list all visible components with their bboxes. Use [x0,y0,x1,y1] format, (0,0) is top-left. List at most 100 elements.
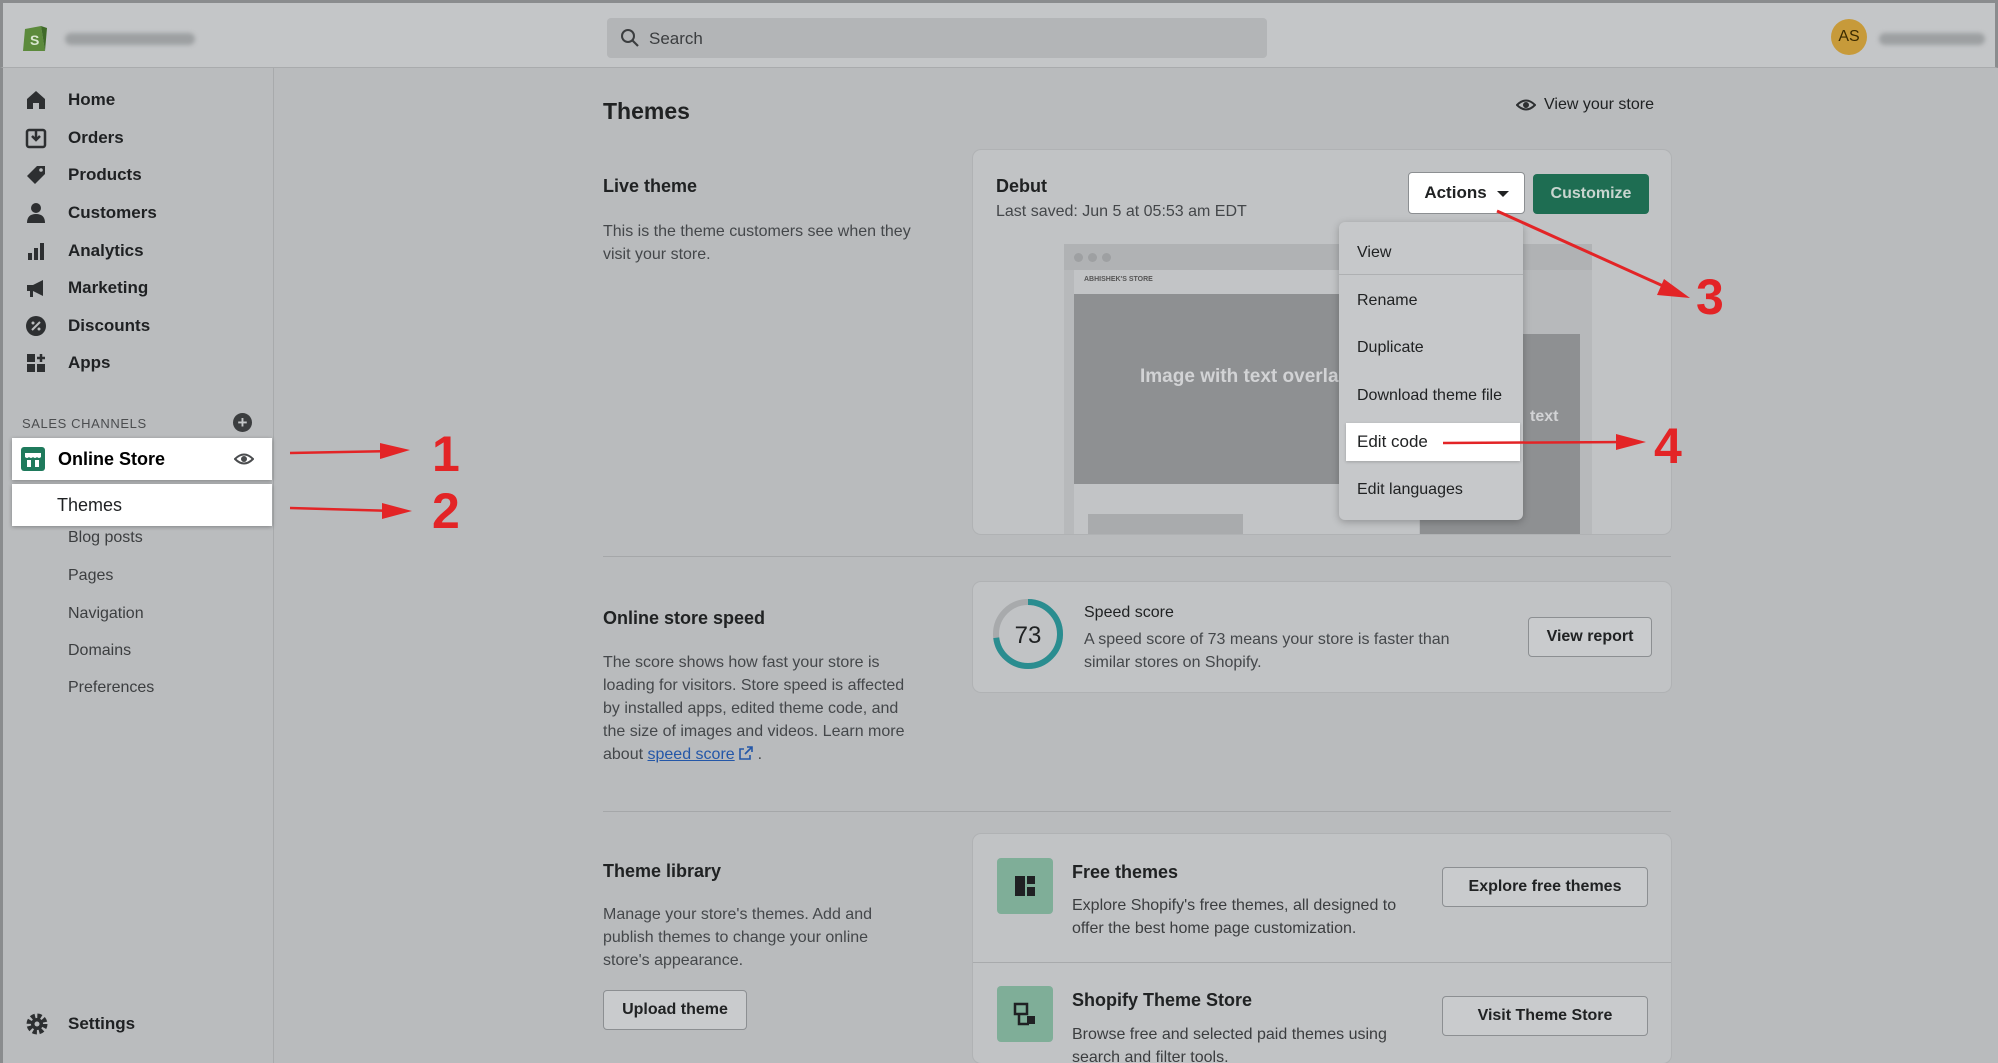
free-themes-icon [1015,876,1035,896]
free-themes-text: Explore Shopify's free themes, all desig… [1072,897,1397,937]
card-divider [973,962,1671,963]
menu-item-duplicate[interactable]: Duplicate [1357,339,1424,357]
speed-score-value: 73 [1014,622,1042,649]
menu-item-rename[interactable]: Rename [1357,292,1417,310]
sidebar-subitem-blog-posts[interactable]: Blog posts [68,529,143,547]
sidebar-item-label: Products [68,165,142,184]
menu-item-edit-languages[interactable]: Edit languages [1357,481,1463,499]
section-divider [603,811,1671,812]
gear-icon [26,1013,48,1035]
sidebar-subitem-themes[interactable]: Themes [12,484,272,526]
sidebar: Home Orders Products Customers Analytics… [0,68,274,1063]
sidebar-subitem-navigation[interactable]: Navigation [68,605,144,623]
user-name[interactable] [1879,33,1985,45]
actions-dropdown-menu: View Rename Duplicate Download theme fil… [1339,222,1523,520]
sidebar-item-marketing[interactable]: Marketing [25,272,148,304]
live-theme-heading: Live theme [603,176,698,196]
theme-library-description: Manage your store's themes. Add and publ… [603,906,872,969]
annotation-number: 4 [1654,418,1682,474]
visit-theme-store-button[interactable]: Visit Theme Store [1442,996,1648,1036]
explore-free-themes-button[interactable]: Explore free themes [1442,867,1648,907]
theme-store-title: Shopify Theme Store [1072,990,1253,1010]
avatar[interactable]: AS [1831,19,1867,55]
person-icon [27,203,45,223]
sidebar-item-label: Apps [68,353,111,372]
actions-button[interactable]: Actions [1408,172,1525,214]
apps-icon [27,354,45,372]
view-your-store-link[interactable]: View your store [1516,96,1654,114]
sidebar-item-label: Discounts [68,316,151,335]
search-icon [621,29,639,47]
sidebar-subitem-domains[interactable]: Domains [68,642,131,660]
preview-brand: ABHISHEK'S STORE [1084,276,1153,283]
sidebar-item-home[interactable]: Home [25,84,115,116]
add-sales-channel-button[interactable]: + [233,413,252,432]
sidebar-subitem-pages[interactable]: Pages [68,567,113,585]
sidebar-item-label: Orders [68,128,124,147]
menu-item-download-theme-file[interactable]: Download theme file [1357,387,1502,405]
menu-divider [1339,274,1523,275]
sidebar-item-settings[interactable]: Settings [25,1012,135,1036]
sidebar-item-label: Home [68,90,116,109]
preview-dot [1074,253,1083,262]
preview-mobile-title: text [1530,408,1559,425]
menu-item-view[interactable]: View [1357,244,1391,262]
sidebar-item-apps[interactable]: Apps [25,347,111,379]
store-name[interactable] [65,33,195,45]
page-title: Themes [603,98,690,124]
theme-store-text: Browse free and selected paid themes usi… [1072,1026,1387,1063]
theme-store-tile [997,986,1053,1042]
megaphone-icon [27,280,43,297]
sidebar-item-label: Analytics [68,241,144,260]
themes-label: Themes [57,495,123,515]
view-your-store-label: View your store [1544,96,1654,113]
theme-name: Debut [996,176,1047,196]
home-icon [27,91,45,109]
sidebar-item-products[interactable]: Products [25,159,142,191]
sales-channels-label: SALES CHANNELS [22,416,147,431]
sidebar-item-customers[interactable]: Customers [25,197,157,229]
sidebar-item-online-store[interactable]: Online Store [12,438,272,480]
eye-icon [1516,99,1536,111]
edit-code-label: Edit code [1357,432,1428,451]
sidebar-subitem-preferences[interactable]: Preferences [68,679,154,697]
tag-icon [27,166,45,184]
search-input[interactable]: Search [607,18,1267,58]
speed-description: The score shows how fast your store is l… [603,651,923,766]
eye-icon[interactable] [234,450,254,468]
live-theme-description: This is the theme customers see when the… [603,223,911,263]
top-bar: S Search AS [0,0,1998,68]
sidebar-item-discounts[interactable]: Discounts [25,310,150,342]
discount-icon [26,316,46,336]
store-icon [21,447,45,471]
sidebar-item-label: Customers [68,203,157,222]
sidebar-item-analytics[interactable]: Analytics [25,235,144,267]
sidebar-item-label: Settings [68,1014,136,1033]
preview-button [1088,514,1243,534]
caret-down-icon [1496,190,1509,197]
customize-button[interactable]: Customize [1533,174,1649,214]
svg-text:S: S [30,32,39,48]
view-report-button[interactable]: View report [1528,617,1652,657]
actions-label: Actions [1424,183,1487,202]
upload-theme-button[interactable]: Upload theme [603,990,747,1030]
menu-item-edit-code[interactable]: Edit code [1346,423,1520,461]
bar-chart-icon [28,243,44,260]
free-themes-tile [997,858,1053,914]
link-suffix: . [757,746,763,763]
annotation-number: 2 [432,483,460,539]
free-themes-title: Free themes [1072,862,1179,882]
speed-score-title: Speed score [1084,604,1174,621]
speed-score-link[interactable]: speed score [648,746,735,763]
annotation-number: 1 [432,426,460,482]
shopify-logo-icon[interactable]: S [21,21,49,53]
section-divider [603,556,1671,557]
speed-score-text: A speed score of 73 means your store is … [1084,631,1450,671]
speed-heading: Online store speed [603,608,766,628]
theme-library-heading: Theme library [603,861,722,881]
sidebar-item-orders[interactable]: Orders [25,122,124,154]
theme-store-icon [1013,1002,1035,1026]
sidebar-item-label: Marketing [68,278,149,297]
preview-dot [1088,253,1097,262]
orders-icon [25,128,47,149]
